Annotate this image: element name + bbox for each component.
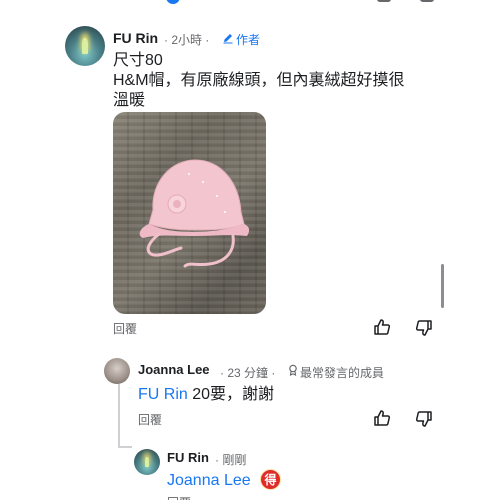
emoji-badge: 得 (260, 469, 281, 490)
comment-author[interactable]: FU Rin (113, 30, 158, 46)
author-badge: 作者 (236, 33, 261, 47)
thumbs-down-icon[interactable] (415, 319, 433, 337)
thumbs-up-icon[interactable] (373, 409, 391, 427)
comment-photo[interactable] (113, 112, 266, 314)
clipped-dislike-icon (420, 0, 434, 2)
clipped-reaction-icon (166, 0, 180, 4)
comment-line: 尺寸80 (113, 52, 163, 69)
thread-line (118, 446, 132, 448)
reply-button[interactable]: 回覆 (138, 411, 162, 428)
pink-hat-image (139, 159, 250, 268)
pencil-icon (223, 34, 233, 44)
clipped-reply-button[interactable]: 回覆 (167, 494, 191, 500)
comment-line: 溫暖 (113, 92, 146, 109)
comment-author[interactable]: Joanna Lee (138, 362, 210, 377)
mention-link[interactable]: Joanna Lee (167, 472, 251, 489)
thread-line (118, 384, 120, 448)
mention-link[interactable]: FU Rin (138, 386, 188, 403)
top-clipped-icons (0, 0, 500, 6)
comment-body: 20要，謝謝 (187, 386, 275, 403)
award-icon (289, 364, 297, 376)
thumbs-down-icon[interactable] (415, 410, 433, 428)
scrollbar[interactable] (441, 264, 444, 308)
comment-text: FU Rin 20要，謝謝 (138, 385, 274, 404)
comment-time: · 剛剛 (215, 453, 247, 467)
comment-author[interactable]: FU Rin (167, 450, 209, 465)
avatar[interactable] (104, 358, 130, 384)
clipped-like-icon (377, 0, 391, 2)
comment-time: · 2小時 · (164, 33, 210, 47)
reply-button[interactable]: 回覆 (113, 320, 137, 337)
comment-text: Joanna Lee (167, 471, 251, 490)
thumbs-up-icon[interactable] (373, 318, 391, 336)
avatar[interactable] (65, 26, 105, 66)
comment-line: H&M帽，有原廠線頭，但內裏絨超好摸很 (113, 72, 405, 89)
avatar[interactable] (134, 449, 160, 475)
comment-time: · 23 分鐘 · (220, 366, 276, 380)
member-badge: 最常發言的成員 (300, 366, 385, 380)
